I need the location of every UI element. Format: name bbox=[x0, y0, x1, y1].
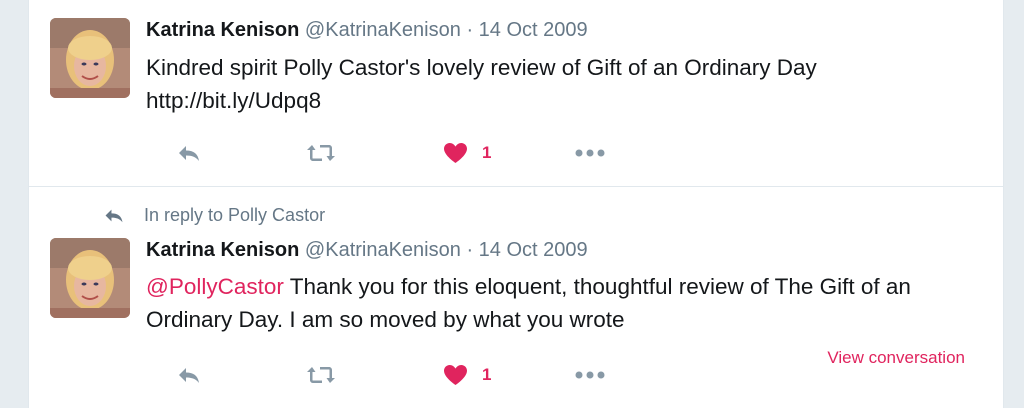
separator: · bbox=[466, 19, 474, 41]
more-button[interactable] bbox=[574, 360, 606, 390]
mention-link[interactable]: @PollyCastor bbox=[146, 274, 284, 299]
author-username[interactable]: @KatrinaKenison bbox=[305, 239, 461, 261]
author-username[interactable]: @KatrinaKenison bbox=[305, 19, 461, 41]
tweet-date[interactable]: 14 Oct 2009 bbox=[479, 239, 588, 261]
reply-icon bbox=[179, 146, 199, 161]
tweet-text: @PollyCastor Thank you for this eloquent… bbox=[146, 270, 986, 336]
tweet-body: Kindred spirit Polly Castor's lovely rev… bbox=[146, 55, 817, 80]
heart-icon bbox=[444, 143, 467, 163]
avatar[interactable] bbox=[50, 18, 130, 98]
author-fullname[interactable]: Katrina Kenison bbox=[146, 19, 299, 41]
heart-icon bbox=[444, 365, 467, 385]
retweet-button[interactable] bbox=[306, 138, 336, 168]
reply-icon bbox=[105, 209, 123, 222]
more-icon bbox=[575, 371, 605, 379]
tweet-actions: 1 View conversation bbox=[146, 348, 986, 390]
like-button[interactable]: 1 bbox=[443, 360, 491, 390]
like-button[interactable]: 1 bbox=[443, 138, 491, 168]
more-button[interactable] bbox=[574, 138, 606, 168]
in-reply-to-label: In reply to Polly Castor bbox=[144, 204, 326, 225]
tweet-text: Kindred spirit Polly Castor's lovely rev… bbox=[146, 51, 986, 117]
more-icon bbox=[575, 149, 605, 157]
timeline: Katrina Kenison @KatrinaKenison · 14 Oct… bbox=[28, 0, 1004, 408]
view-conversation-link[interactable]: View conversation bbox=[827, 348, 965, 368]
reply-button[interactable] bbox=[176, 138, 202, 168]
retweet-icon bbox=[307, 145, 335, 161]
in-reply-to[interactable]: In reply to Polly Castor bbox=[103, 203, 325, 227]
like-count: 1 bbox=[482, 143, 492, 162]
tweet[interactable]: In reply to Polly Castor Katrina Kenison… bbox=[29, 187, 1003, 408]
tweet-header: Katrina Kenison @KatrinaKenison · 14 Oct… bbox=[146, 238, 588, 262]
separator: · bbox=[466, 239, 474, 261]
like-count: 1 bbox=[482, 365, 492, 384]
retweet-button[interactable] bbox=[306, 360, 336, 390]
tweet[interactable]: Katrina Kenison @KatrinaKenison · 14 Oct… bbox=[29, 0, 1003, 187]
avatar[interactable] bbox=[50, 238, 130, 318]
tweet-actions: 1 bbox=[146, 138, 986, 168]
tweet-link[interactable]: http://bit.ly/Udpq8 bbox=[146, 88, 321, 113]
reply-button[interactable] bbox=[176, 360, 202, 390]
tweet-header: Katrina Kenison @KatrinaKenison · 14 Oct… bbox=[146, 18, 588, 42]
reply-icon bbox=[179, 368, 199, 383]
retweet-icon bbox=[307, 367, 335, 383]
author-fullname[interactable]: Katrina Kenison bbox=[146, 239, 299, 261]
tweet-date[interactable]: 14 Oct 2009 bbox=[479, 19, 588, 41]
